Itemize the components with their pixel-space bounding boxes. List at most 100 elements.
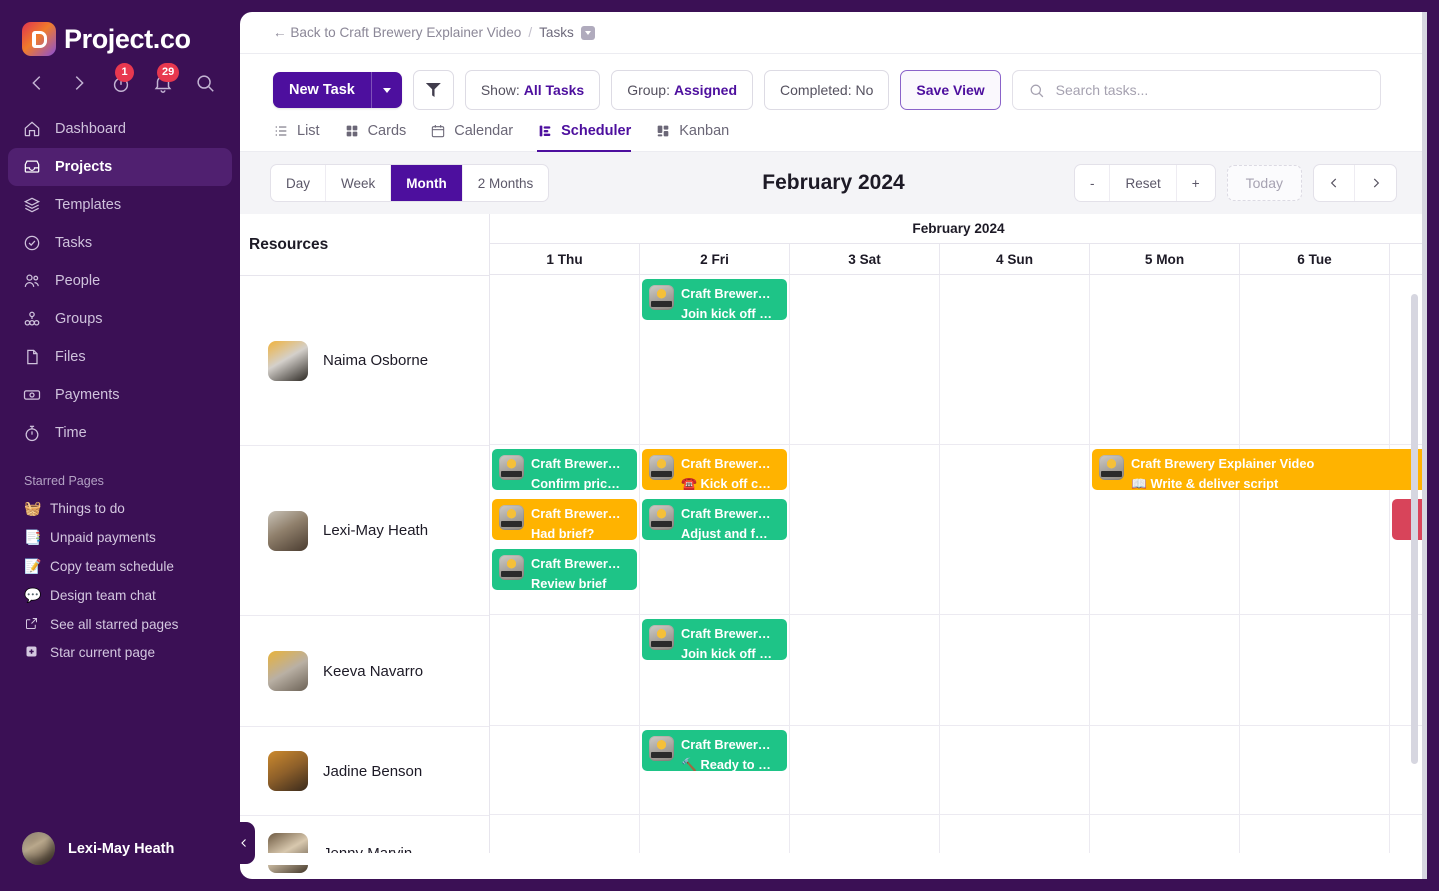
task-card[interactable]: Craft Brewer…Review brief bbox=[492, 549, 637, 590]
sidebar-item-people[interactable]: People bbox=[8, 262, 232, 300]
starred-item-star-current-page[interactable]: Star current page bbox=[0, 638, 240, 666]
sidebar-search-icon[interactable] bbox=[194, 72, 216, 94]
task-card[interactable]: Craft Brewer…Confirm pric… bbox=[492, 449, 637, 490]
task-card[interactable]: Craft Brewer…Had brief? bbox=[492, 499, 637, 540]
sidebar-item-templates[interactable]: Templates bbox=[8, 186, 232, 224]
sidebar-item-tasks[interactable]: Tasks bbox=[8, 224, 232, 262]
calendar-cell[interactable] bbox=[1090, 726, 1240, 815]
calendar-cell[interactable] bbox=[1240, 275, 1390, 445]
search-input[interactable] bbox=[1056, 82, 1365, 98]
today-button[interactable]: Today bbox=[1227, 165, 1302, 201]
resource-row[interactable]: Lexi-May Heath bbox=[240, 446, 489, 616]
sidebar-item-payments[interactable]: Payments bbox=[8, 376, 232, 414]
sidebar-item-projects[interactable]: Projects bbox=[8, 148, 232, 186]
starred-item-things-to-do[interactable]: 🧺 Things to do bbox=[0, 494, 240, 523]
range-week[interactable]: Week bbox=[326, 165, 391, 201]
task-card[interactable]: Craft Brewer…Join kick off … bbox=[642, 619, 787, 660]
zoom-out-button[interactable]: - bbox=[1075, 165, 1111, 201]
tab-calendar[interactable]: Calendar bbox=[430, 123, 513, 153]
task-title: ☎️ Kick off c… bbox=[681, 474, 771, 490]
avatar bbox=[268, 651, 308, 691]
main-panel: ← Back to Craft Brewery Explainer Video … bbox=[240, 12, 1427, 879]
notifications-bell-icon[interactable]: 29 bbox=[152, 72, 174, 94]
next-period-button[interactable] bbox=[1355, 165, 1396, 201]
resource-row[interactable]: Jenny Marvin bbox=[240, 816, 489, 879]
calendar-cell[interactable] bbox=[790, 726, 940, 815]
search-tasks-box[interactable] bbox=[1012, 70, 1381, 110]
sidebar-item-label: People bbox=[55, 273, 100, 289]
prev-period-button[interactable] bbox=[1314, 165, 1355, 201]
breadcrumb-current[interactable]: Tasks bbox=[539, 25, 574, 40]
task-card[interactable]: Craft Brewer…☎️ Kick off c… bbox=[642, 449, 787, 490]
avatar bbox=[268, 751, 308, 791]
chevron-right-icon bbox=[1369, 176, 1383, 190]
filter-button[interactable] bbox=[413, 70, 454, 110]
calendar-cell[interactable] bbox=[940, 445, 1090, 615]
app-logo[interactable]: Project.co bbox=[0, 0, 240, 56]
sidebar-item-time[interactable]: Time bbox=[8, 414, 232, 452]
calendar-grid: Craft Brewer…Join kick off …Craft Brewer… bbox=[490, 275, 1427, 865]
tab-list[interactable]: List bbox=[273, 123, 320, 153]
resource-row[interactable]: Naima Osborne bbox=[240, 276, 489, 446]
day-header: 5 Mon bbox=[1090, 244, 1240, 274]
calendar-cell[interactable] bbox=[1240, 615, 1390, 726]
zoom-in-button[interactable]: + bbox=[1177, 165, 1215, 201]
nav-forward-icon[interactable] bbox=[68, 72, 90, 94]
group-filter-button[interactable]: Group: Assigned bbox=[611, 70, 753, 110]
calendar-cell[interactable] bbox=[940, 615, 1090, 726]
tab-kanban[interactable]: Kanban bbox=[655, 123, 729, 153]
sidebar-item-label: Groups bbox=[55, 311, 103, 327]
calendar-cell[interactable] bbox=[790, 275, 940, 445]
show-filter-button[interactable]: Show: All Tasks bbox=[465, 70, 600, 110]
project-icon bbox=[499, 505, 524, 530]
starred-item-unpaid-payments[interactable]: 📑 Unpaid payments bbox=[0, 523, 240, 552]
sidebar-item-files[interactable]: Files bbox=[8, 338, 232, 376]
new-task-button[interactable]: New Task bbox=[273, 72, 402, 108]
calendar-cell[interactable] bbox=[490, 615, 640, 726]
range-day[interactable]: Day bbox=[271, 165, 326, 201]
sidebar-item-groups[interactable]: Groups bbox=[8, 300, 232, 338]
calendar-cell[interactable] bbox=[490, 275, 640, 445]
task-card[interactable]: Craft Brewery Explainer Video📖 Write & d… bbox=[1092, 449, 1427, 490]
calendar-cell[interactable] bbox=[1240, 726, 1390, 815]
page-vertical-scrollbar[interactable] bbox=[1422, 12, 1427, 879]
resource-name: Lexi-May Heath bbox=[323, 522, 428, 539]
zoom-reset-button[interactable]: Reset bbox=[1110, 165, 1176, 201]
starred-item-copy-team-schedule[interactable]: 📝 Copy team schedule bbox=[0, 552, 240, 581]
timer-icon[interactable]: 1 bbox=[110, 72, 132, 94]
tab-scheduler[interactable]: Scheduler bbox=[537, 123, 631, 153]
calendar-cell[interactable] bbox=[790, 615, 940, 726]
task-card[interactable]: Craft Brewer…🔨 Ready to … bbox=[642, 730, 787, 771]
task-title: Adjust and f… bbox=[681, 524, 771, 540]
task-card[interactable]: Craft Brewer…Adjust and f… bbox=[642, 499, 787, 540]
calendar-vertical-scrollbar[interactable] bbox=[1411, 294, 1418, 764]
breadcrumb-back-link[interactable]: ← Back to Craft Brewery Explainer Video bbox=[273, 25, 521, 40]
new-task-dropdown-icon[interactable] bbox=[371, 72, 402, 108]
completed-filter-button[interactable]: Completed: No bbox=[764, 70, 889, 110]
range-2-months[interactable]: 2 Months bbox=[463, 165, 549, 201]
starred-item-design-team-chat[interactable]: 💬 Design team chat bbox=[0, 581, 240, 610]
sidebar-item-dashboard[interactable]: Dashboard bbox=[8, 110, 232, 148]
collapse-sidebar-button[interactable] bbox=[233, 822, 255, 864]
calendar-cell[interactable] bbox=[940, 275, 1090, 445]
calendar-cell[interactable] bbox=[940, 726, 1090, 815]
calendar-cell[interactable] bbox=[790, 445, 940, 615]
starred-item-label: Design team chat bbox=[50, 588, 156, 603]
resource-row[interactable]: Keeva Navarro bbox=[240, 616, 489, 727]
task-card[interactable]: Craft Brewer…Join kick off … bbox=[642, 279, 787, 320]
nav-back-icon[interactable] bbox=[26, 72, 48, 94]
breadcrumb: ← Back to Craft Brewery Explainer Video … bbox=[240, 12, 1427, 54]
task-project-name: Craft Brewer… bbox=[531, 454, 621, 474]
save-view-button[interactable]: Save View bbox=[900, 70, 1000, 110]
range-month[interactable]: Month bbox=[391, 165, 462, 201]
resource-name: Keeva Navarro bbox=[323, 663, 423, 680]
resource-row[interactable]: Jadine Benson bbox=[240, 727, 489, 816]
tab-cards[interactable]: Cards bbox=[344, 123, 407, 153]
calendar-cell[interactable] bbox=[490, 726, 640, 815]
calendar-horizontal-scroll-track[interactable] bbox=[240, 853, 1427, 865]
calendar-cell[interactable] bbox=[1090, 615, 1240, 726]
starred-item-see-all[interactable]: See all starred pages bbox=[0, 610, 240, 638]
sidebar-current-user[interactable]: Lexi-May Heath bbox=[0, 832, 240, 891]
calendar-cell[interactable] bbox=[1090, 275, 1240, 445]
breadcrumb-dropdown-icon[interactable] bbox=[581, 26, 595, 40]
